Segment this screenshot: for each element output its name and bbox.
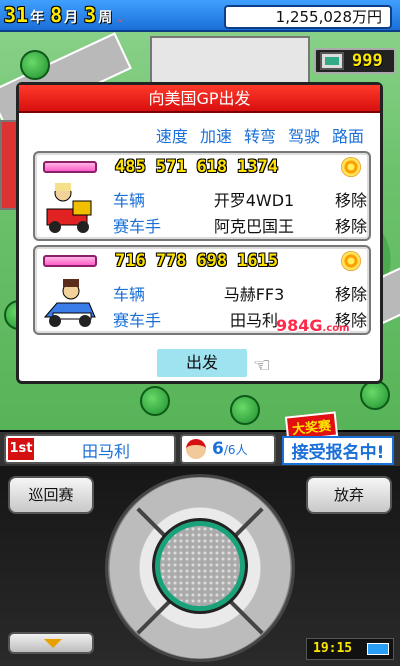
stat-acceleration: 571 [155, 157, 187, 177]
driver-car-portrait [46, 183, 92, 233]
team-panel: 485 571 618 1374 车辆 开罗4WD1 移除 赛车手 阿克巴国王 … [33, 151, 371, 241]
dialog-title: 向美国GP出发 [19, 85, 380, 113]
week-value: 3 [84, 3, 97, 27]
research-points[interactable]: 999 [314, 48, 396, 74]
clock: 19:15 [306, 638, 394, 660]
event-banner[interactable]: 大奖赛 接受报名中! [280, 411, 396, 466]
event-text: 接受报名中! [282, 436, 394, 465]
year-unit: 年 [30, 10, 45, 26]
watermark: 984G.com [276, 316, 350, 335]
dpad-center-button[interactable] [155, 521, 245, 611]
tree [20, 50, 50, 80]
date-display[interactable]: 31 年 8 月 3 周 ⌄ [4, 3, 125, 27]
tour-button[interactable]: 巡回赛 [8, 476, 94, 514]
computer-icon [320, 52, 344, 70]
remove-driver-button[interactable]: 移除 [323, 213, 367, 237]
stat-header-surface: 路面 [331, 127, 364, 146]
depart-button[interactable]: 出发 [157, 349, 247, 377]
month-unit: 月 [64, 10, 79, 26]
crew-current: 6 [212, 439, 224, 459]
vehicle-name[interactable]: 马赫FF3 [185, 281, 323, 305]
condition-bar [43, 161, 97, 173]
rank-display[interactable]: 1st 田马利 [4, 434, 176, 464]
give-up-button[interactable]: 放弃 [306, 476, 392, 514]
remove-vehicle-button[interactable]: 移除 [323, 281, 367, 305]
condition-bar [43, 255, 97, 267]
tree [360, 380, 390, 410]
watermark-suffix: .com [322, 323, 350, 334]
stat-acceleration: 778 [155, 251, 187, 271]
controller-pad: 巡回赛 放弃 19:15 [0, 466, 400, 666]
rank-badge: 1st [8, 438, 34, 460]
menu-toggle-button[interactable] [8, 632, 94, 654]
clock-time: 19:15 [313, 641, 353, 656]
chevron-down-icon[interactable]: ⌄ [116, 14, 124, 25]
driver-car-portrait [43, 279, 96, 327]
year-value: 31 [4, 3, 29, 27]
driver-label: 赛车手 [113, 217, 162, 236]
watermark-brand: 984 [276, 316, 310, 335]
stat-header-driving: 驾驶 [287, 127, 320, 146]
staff-icon [186, 439, 206, 459]
stat-speed: 485 [115, 157, 146, 177]
watermark-logo: G [309, 316, 323, 335]
medal-icon [341, 157, 361, 177]
pointing-hand-icon: ☜ [253, 353, 271, 377]
points-value: 999 [352, 51, 383, 71]
medal-icon [341, 251, 361, 271]
money-display: 1,255,028万円 [224, 5, 392, 29]
vehicle-label: 车辆 [113, 285, 146, 304]
stat-cornering: 618 [196, 157, 228, 177]
stat-cornering: 698 [196, 251, 228, 271]
stat-header-acceleration: 加速 [199, 127, 232, 146]
stat-header-speed: 速度 [155, 127, 188, 146]
top-bar: 31 年 8 月 3 周 ⌄ 1,255,028万円 [0, 0, 400, 32]
battery-icon [367, 643, 389, 655]
lead-driver-name: 田马利 [81, 442, 130, 461]
remove-vehicle-button[interactable]: 移除 [323, 187, 367, 211]
driver-label: 赛车手 [113, 311, 162, 330]
tree [140, 386, 170, 416]
driver-row: 赛车手 阿克巴国王 移除 [113, 213, 367, 237]
crew-total: /6人 [223, 442, 248, 457]
stat-headers: 速度 加速 转弯 驾驶 路面 [156, 123, 364, 147]
stat-driving: 1374 [237, 157, 279, 177]
vehicle-row: 车辆 马赫FF3 移除 [113, 281, 367, 305]
race-entry-dialog: 向美国GP出发 速度 加速 转弯 驾驶 路面 485 571 618 1374 … [16, 82, 383, 384]
tree [230, 395, 260, 425]
month-value: 8 [50, 3, 63, 27]
week-unit: 周 [98, 10, 113, 26]
stat-values: 716 778 698 1615 [115, 251, 278, 271]
driver-name[interactable]: 阿克巴国王 [185, 213, 323, 237]
stat-driving: 1615 [237, 251, 279, 271]
stat-values: 485 571 618 1374 [115, 157, 278, 177]
vehicle-name[interactable]: 开罗4WD1 [185, 187, 323, 211]
stat-speed: 716 [115, 251, 146, 271]
stat-header-cornering: 转弯 [243, 127, 276, 146]
crew-count[interactable]: 6 /6人 [180, 434, 276, 464]
vehicle-label: 车辆 [113, 191, 146, 210]
vehicle-row: 车辆 开罗4WD1 移除 [113, 187, 367, 211]
building [150, 36, 310, 84]
